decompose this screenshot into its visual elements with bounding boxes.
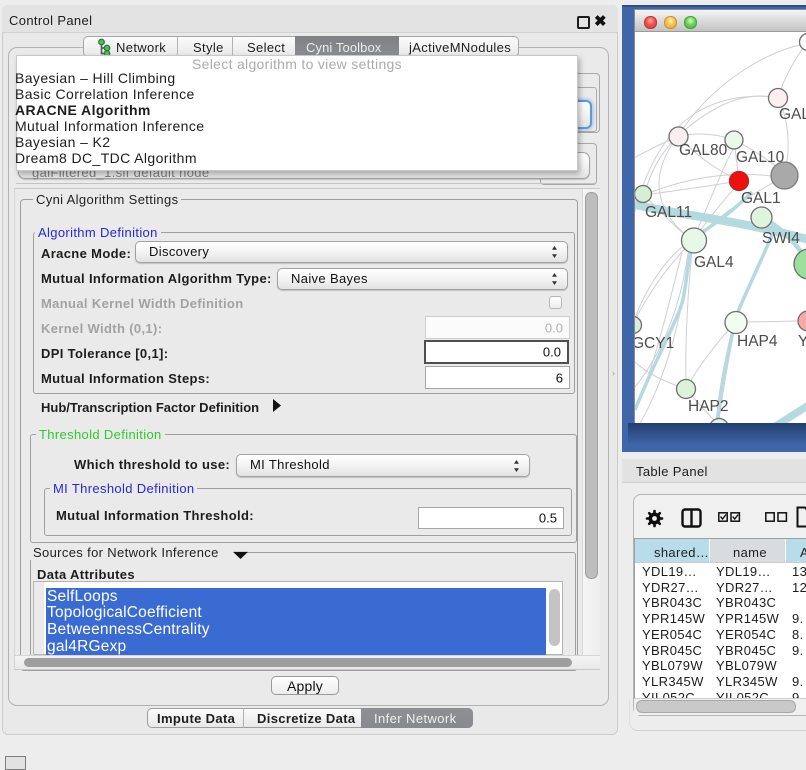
svg-text:GAL10: GAL10 [736, 149, 785, 166]
svg-text:GAL11: GAL11 [645, 204, 692, 221]
svg-text:HAP4: HAP4 [737, 333, 778, 350]
svg-text:GAL80: GAL80 [679, 142, 728, 159]
svg-text:Y: Y [798, 333, 806, 350]
svg-text:GCY1: GCY1 [635, 335, 674, 352]
svg-text:GAL1: GAL1 [741, 190, 781, 207]
svg-text:SWI4: SWI4 [762, 230, 800, 247]
svg-text:GAL4: GAL4 [694, 254, 734, 271]
svg-text:GAL7: GAL7 [779, 106, 806, 123]
svg-text:HAP2: HAP2 [688, 398, 729, 415]
